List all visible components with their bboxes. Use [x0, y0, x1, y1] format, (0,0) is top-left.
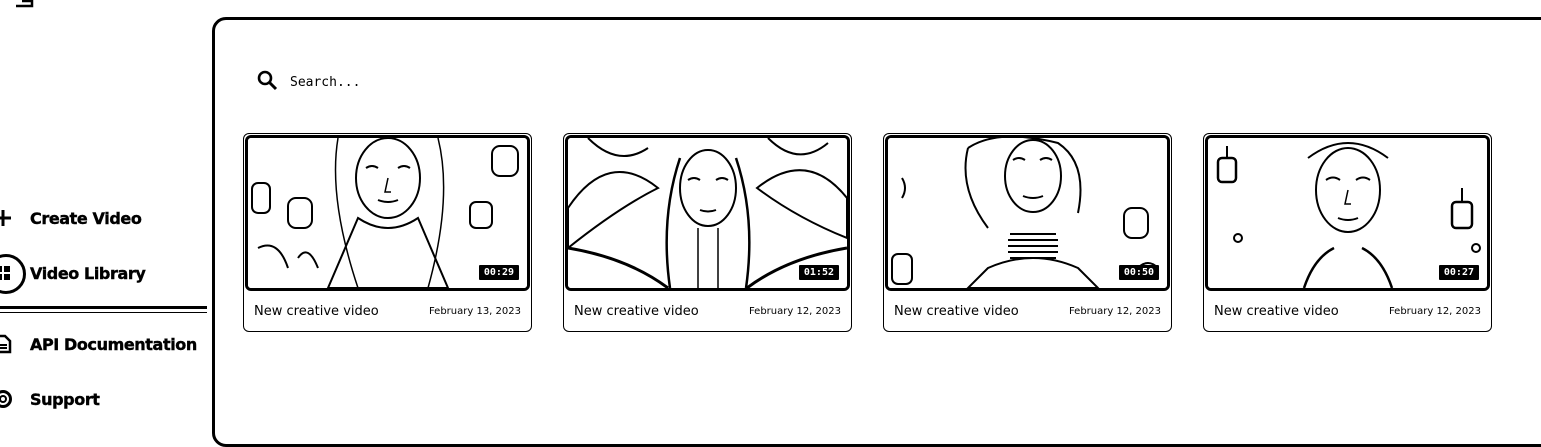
grid-icon — [0, 254, 26, 294]
video-card[interactable]: 01:52 New creative video February 12, 20… — [563, 133, 852, 332]
search-bar[interactable] — [256, 68, 556, 96]
sidebar-item-label: Video Library — [30, 263, 146, 283]
video-date: February 13, 2023 — [428, 306, 521, 317]
document-icon — [0, 333, 14, 355]
video-thumbnail[interactable]: 01:52 — [565, 135, 850, 291]
video-duration: 01:52 — [798, 265, 839, 280]
video-title: New creative video — [254, 304, 379, 319]
sidebar-item-label: Create Video — [30, 208, 142, 228]
video-title: New creative video — [1214, 304, 1339, 319]
video-card[interactable]: 00:29 New creative video February 13, 20… — [243, 133, 532, 332]
video-title: New creative video — [894, 304, 1019, 319]
sidebar-item-api-documentation[interactable]: API Documentation — [0, 330, 197, 358]
plus-icon — [0, 207, 14, 229]
video-date: February 12, 2023 — [1068, 306, 1161, 317]
video-date: February 12, 2023 — [748, 306, 841, 317]
lifebuoy-icon — [0, 388, 14, 410]
sidebar-item-support[interactable]: Support — [0, 385, 100, 413]
sidebar-item-create-video[interactable]: Create Video — [0, 204, 142, 232]
video-title: New creative video — [574, 304, 699, 319]
video-duration: 00:50 — [1118, 265, 1159, 280]
sidebar-item-label: API Documentation — [30, 334, 198, 354]
search-input[interactable] — [290, 74, 540, 90]
video-duration: 00:27 — [1438, 265, 1479, 280]
video-card[interactable]: 00:27 New creative video February 12, 20… — [1203, 133, 1492, 332]
video-date: February 12, 2023 — [1388, 306, 1481, 317]
sidebar-item-label: Support — [30, 389, 100, 409]
sidebar: Create Video Video Library API Documenta… — [0, 0, 210, 424]
video-thumbnail[interactable]: 00:29 — [245, 135, 530, 291]
video-duration: 00:29 — [478, 265, 519, 280]
video-thumbnail[interactable]: 00:27 — [1205, 135, 1490, 291]
video-thumbnail[interactable]: 00:50 — [885, 135, 1170, 291]
video-card[interactable]: 00:50 New creative video February 12, 20… — [883, 133, 1172, 332]
sidebar-item-video-library[interactable]: Video Library — [0, 254, 146, 294]
sidebar-divider — [0, 306, 207, 313]
search-icon — [256, 69, 278, 95]
